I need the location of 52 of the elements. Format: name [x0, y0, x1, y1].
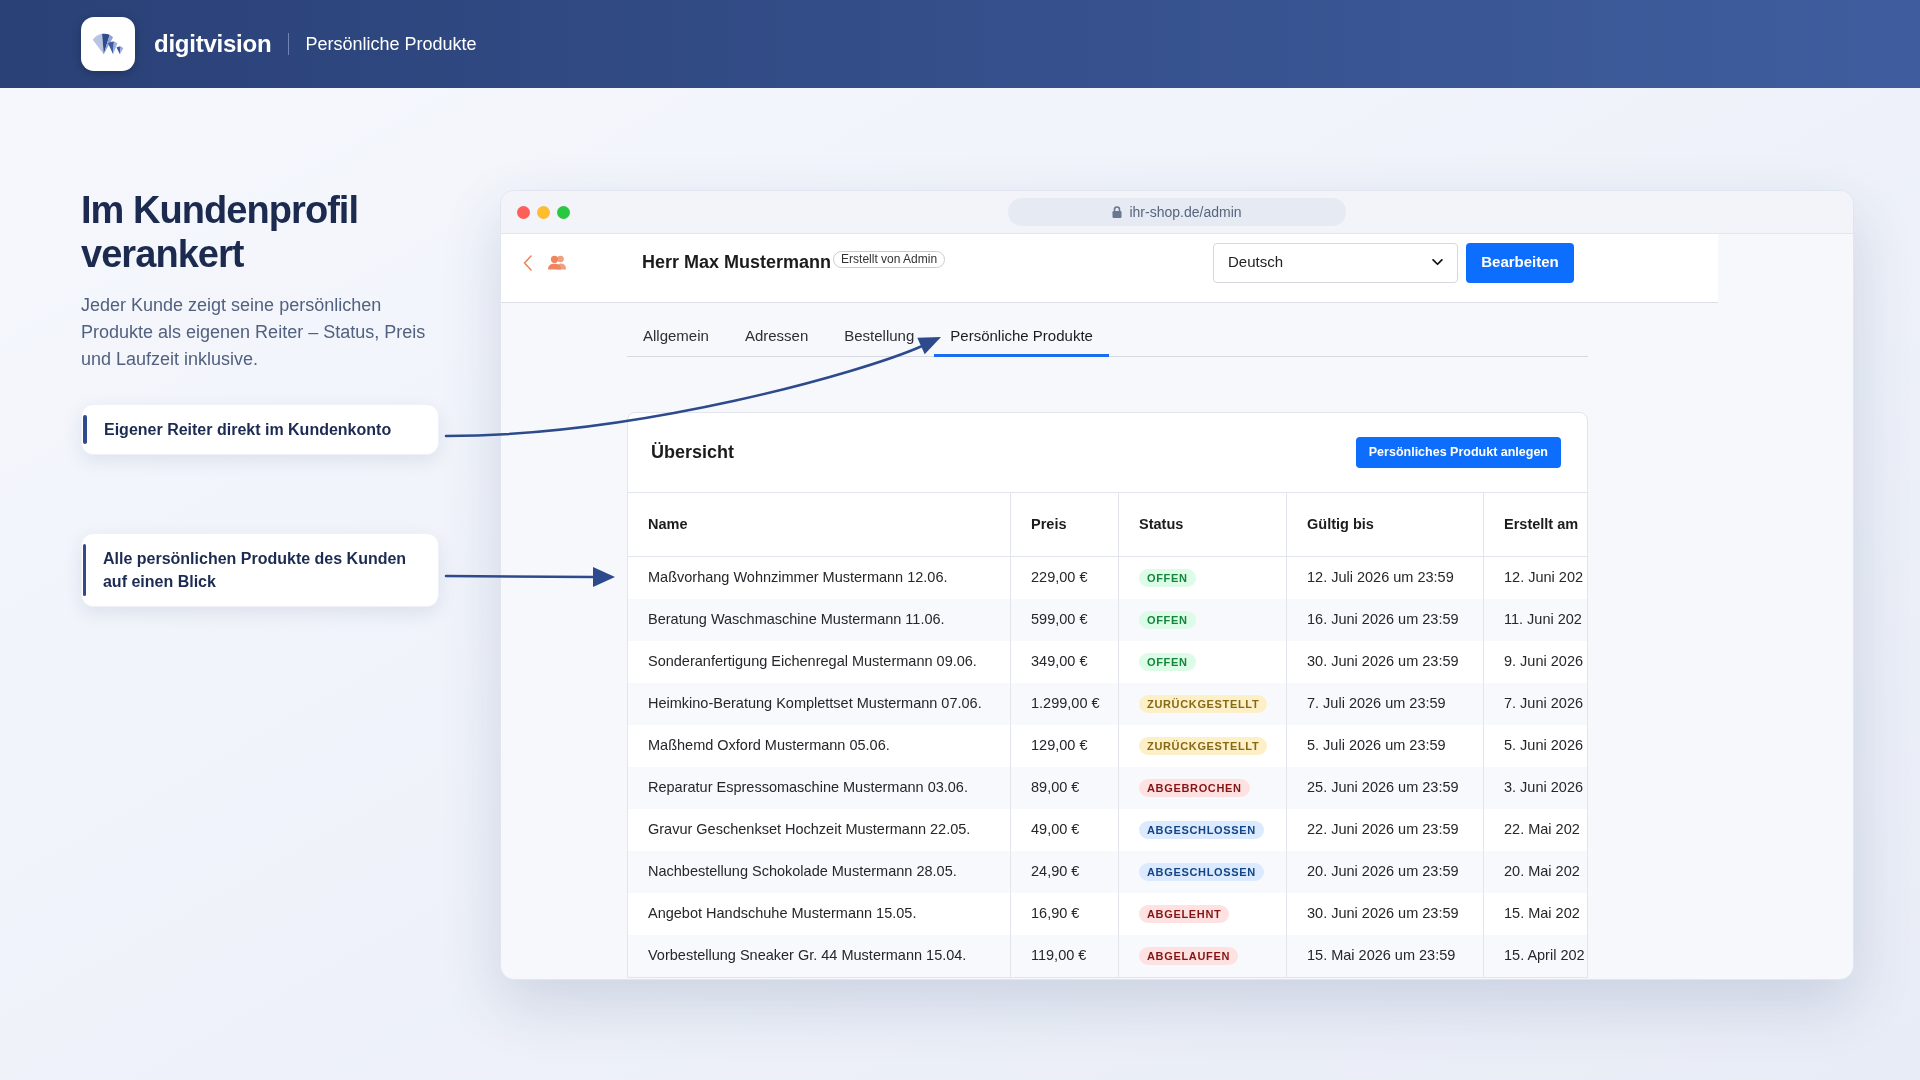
tab[interactable]: Persönliche Produkte — [934, 316, 1109, 357]
heading: Im Kundenprofil verankert — [81, 188, 360, 276]
column-header: Gültig bis — [1287, 493, 1484, 556]
status-badge: ABGESCHLOSSEN — [1139, 863, 1264, 881]
table-cell-text: 20. Mai 202 — [1503, 862, 1581, 882]
maximize-window-icon[interactable] — [557, 205, 570, 219]
page-title: Persönliche Produkte — [305, 32, 477, 56]
language-select[interactable]: Deutsch — [1213, 242, 1458, 283]
callout-text: Eigener Reiter direkt im Kundenkonto — [104, 420, 393, 440]
column-header: Erstellt am — [1503, 514, 1580, 534]
status-badge: OFFEN — [1139, 611, 1196, 629]
table-cell-text: 11. Juni 202 — [1503, 610, 1583, 630]
table-cell-text: 22. Mai 202 — [1503, 820, 1581, 840]
table-cell-text: 5. Juni 2026 — [1503, 736, 1584, 756]
status-badge: ABGELAUFEN — [1139, 947, 1238, 965]
address-bar[interactable]: ihr-shop.de/admin — [1008, 198, 1346, 226]
close-window-icon[interactable] — [517, 205, 530, 219]
status-badge: ZURÜCKGESTELLT — [1139, 737, 1268, 755]
table-cell-text: 3. Juni 2026 — [1503, 778, 1584, 798]
table-cell-text: 15. Mai 202 — [1503, 904, 1581, 924]
column-header: Name — [628, 493, 1011, 556]
chevron-down-icon — [1432, 259, 1443, 266]
column-header: Preis — [1011, 493, 1119, 556]
table-cell-text: 12. Juni 202 — [1503, 568, 1584, 588]
table-cell: Vorbestellung Sneaker Gr. 44 Mustermann 15.04. — [628, 935, 1011, 977]
users-icon — [548, 255, 566, 270]
lock-icon — [1112, 206, 1123, 218]
edit-button[interactable]: Bearbeiten — [1466, 242, 1574, 283]
table-cell-text: 7. Juni 2026 — [1503, 694, 1584, 714]
status-badge: ZURÜCKGESTELLT — [1139, 695, 1268, 713]
callout-text: Alle persönlichen Produkte des Kunden auf einen Blick — [102, 549, 408, 592]
logo-icon — [81, 17, 135, 71]
status-badge: OFFEN — [1139, 569, 1196, 587]
status-badge: ABGEBROCHEN — [1139, 779, 1250, 797]
create-product-button[interactable]: Persönliches Produkt anlegen — [1355, 437, 1561, 468]
tab[interactable]: Adressen — [728, 316, 825, 357]
tab[interactable]: Bestellung — [828, 316, 931, 357]
table-cell: 15. Mai 2026 um 23:59 — [1287, 935, 1484, 977]
card-title: Übersicht — [651, 441, 735, 464]
customer-name: Herr Max Mustermann — [642, 251, 832, 274]
column-header: Status — [1119, 493, 1287, 556]
back-icon[interactable] — [523, 254, 532, 271]
status-badge: ABGELEHNT — [1139, 905, 1230, 923]
status-badge: OFFEN — [1139, 653, 1196, 671]
intro-text: Jeder Kunde zeigt seine persönlichen Produkte als eigenen Reiter – Status, Preis und Laufzeit inklusive. — [81, 294, 427, 371]
table-cell-text: 9. Juni 2026 — [1503, 652, 1584, 672]
table-cell-text: 15. April 202 — [1503, 946, 1586, 966]
table-cell: 119,00 € — [1011, 935, 1119, 977]
minimize-window-icon[interactable] — [537, 205, 550, 219]
brand-name: digitvision — [154, 29, 272, 59]
status-badge: ABGESCHLOSSEN — [1139, 821, 1264, 839]
tab[interactable]: Allgemein — [627, 316, 725, 357]
